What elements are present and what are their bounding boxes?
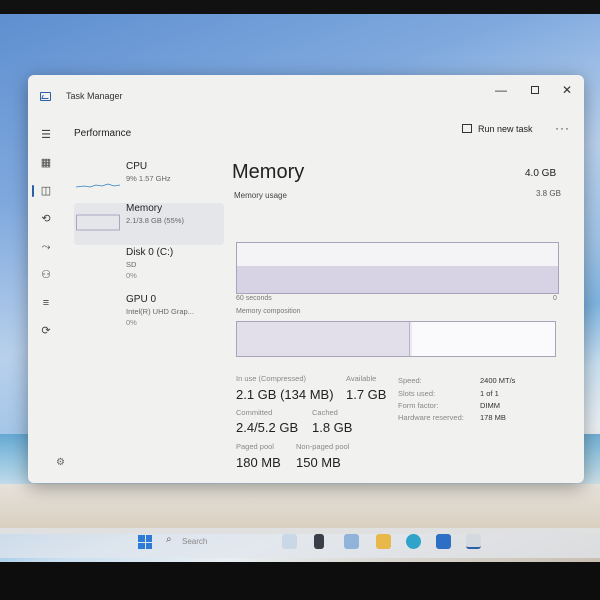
more-options-icon[interactable]: ··· (555, 121, 570, 135)
hardware-value: DIMM (480, 401, 500, 410)
minimize-button[interactable]: — (486, 81, 516, 99)
hardware-key: Slots used: (398, 389, 436, 398)
close-button[interactable]: ✕ (552, 81, 582, 99)
chat-icon[interactable] (344, 534, 359, 549)
users-icon[interactable]: ⚇ (38, 267, 54, 283)
memory-composition-label: Memory composition (236, 308, 301, 315)
non-paged-pool-label: Non-paged pool (296, 442, 350, 451)
resource-name: Disk 0 (C:) (126, 247, 174, 258)
taskbar-search[interactable]: Search (182, 537, 207, 546)
in-use-value: 2.1 GB (134 MB) (236, 387, 334, 402)
resource-name: GPU 0 (126, 294, 157, 305)
resource-sub: 9% 1.57 GHz (126, 174, 171, 183)
resource-sub: SD (126, 260, 137, 269)
hardware-value: 178 MB (480, 413, 506, 422)
hardware-value: 2400 MT/s (480, 376, 516, 385)
resource-name: Memory (126, 203, 163, 214)
hamburger-icon[interactable]: ☰ (38, 127, 54, 143)
memory-thumbnail-graph (76, 214, 120, 231)
task-manager-taskbar-icon[interactable] (466, 534, 481, 549)
in-use-label: In use (Compressed) (236, 374, 307, 383)
store-icon[interactable] (436, 534, 451, 549)
memory-usage-label: Memory usage (234, 191, 287, 200)
task-view-icon[interactable] (314, 534, 324, 549)
available-value: 1.7 GB (346, 387, 387, 402)
cpu-thumbnail-graph (76, 183, 120, 188)
composition-in-use (237, 322, 409, 356)
resource-sub2: 0% (126, 271, 137, 280)
memory-total: 4.0 GB (525, 168, 557, 179)
performance-icon[interactable]: ◫ (32, 183, 54, 199)
taskbar (0, 528, 600, 558)
maximize-icon (531, 86, 539, 94)
run-new-task-button[interactable]: Run new task (462, 124, 533, 140)
committed-value: 2.4/5.2 GB (236, 420, 299, 435)
task-manager-app-icon (40, 92, 51, 101)
resource-sub: Intel(R) UHD Grap... (126, 307, 194, 316)
resource-item-memory[interactable]: Memory 2.1/3.8 GB (55%) (74, 203, 224, 245)
search-icon[interactable]: ⌕ (166, 534, 172, 545)
cached-value: 1.8 GB (312, 420, 353, 435)
memory-usage-fill (237, 265, 558, 293)
run-new-task-label: Run new task (478, 124, 533, 134)
memory-usage-max: 3.8 GB (536, 189, 561, 198)
hardware-key: Form factor: (398, 401, 439, 410)
file-explorer-icon[interactable] (376, 534, 391, 549)
hardware-value: 1 of 1 (480, 389, 499, 398)
start-button[interactable] (138, 535, 152, 549)
navigation-rail: ☰ ▦ ◫ ⟲ ⤳ ⚇ ≡ ⟳ (28, 115, 64, 483)
processes-icon[interactable]: ▦ (38, 155, 54, 171)
app-history-icon[interactable]: ⟲ (38, 211, 54, 227)
hardware-key: Hardware reserved: (398, 413, 464, 422)
available-label: Available (346, 374, 377, 383)
services-icon[interactable]: ⟳ (38, 323, 54, 339)
detail-title: Memory (232, 161, 305, 183)
non-paged-pool-value: 150 MB (296, 455, 341, 470)
details-icon[interactable]: ≡ (38, 295, 54, 311)
window-title: Task Manager (66, 91, 123, 101)
run-task-icon (462, 124, 472, 133)
task-manager-window: Task Manager — ✕ ☰ ▦ ◫ ⟲ ⤳ ⚇ ≡ ⟳ ⚙ Perfo… (28, 75, 584, 483)
resource-name: CPU (126, 161, 148, 172)
resource-item-cpu[interactable]: CPU 9% 1.57 GHz (74, 161, 224, 201)
resource-sub: 2.1/3.8 GB (55%) (126, 216, 184, 225)
paged-pool-label: Paged pool (236, 442, 274, 451)
composition-modified (408, 322, 412, 356)
memory-composition-bar (236, 321, 556, 357)
title-bar[interactable]: Task Manager — ✕ (28, 75, 584, 115)
maximize-button[interactable] (520, 81, 550, 99)
committed-label: Committed (236, 408, 273, 417)
resource-sub2: 0% (126, 318, 137, 327)
graph-axis-right: 0 (553, 295, 557, 302)
resource-item-disk[interactable]: Disk 0 (C:) SD 0% (74, 247, 224, 287)
monitor-bezel (0, 562, 600, 600)
paged-pool-value: 180 MB (236, 455, 281, 470)
resource-item-gpu[interactable]: GPU 0 Intel(R) UHD Grap... 0% (74, 294, 224, 334)
widgets-icon[interactable] (282, 534, 297, 549)
startup-apps-icon[interactable]: ⤳ (38, 239, 54, 255)
settings-icon[interactable]: ⚙ (56, 457, 65, 468)
hardware-key: Speed: (398, 376, 422, 385)
graph-axis-left: 60 seconds (236, 295, 272, 302)
wallpaper-beach (0, 484, 600, 534)
cached-label: Cached (312, 408, 338, 417)
edge-icon[interactable] (406, 534, 421, 549)
page-title: Performance (74, 128, 132, 139)
memory-usage-graph (236, 242, 559, 294)
